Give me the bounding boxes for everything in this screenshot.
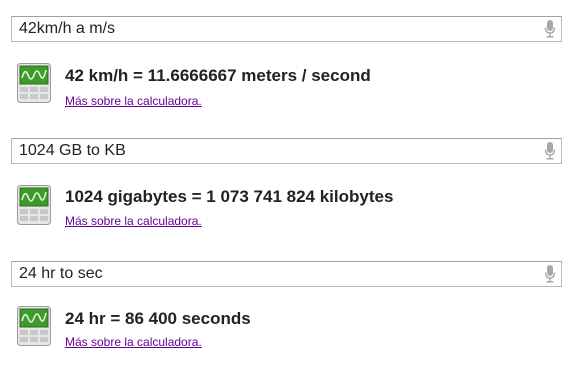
search-query-text: 24 hr to sec bbox=[19, 265, 103, 282]
microphone-icon[interactable] bbox=[544, 142, 556, 160]
search-query-text: 42km/h a m/s bbox=[19, 20, 116, 37]
calculator-icon bbox=[17, 185, 51, 225]
search-query-text: 1024 GB to KB bbox=[19, 142, 126, 159]
calculator-result-block: 42km/h a m/s 42 km/h = 11.6666667 meters… bbox=[0, 0, 575, 122]
calculator-icon bbox=[17, 306, 51, 346]
calculator-more-link[interactable]: Más sobre la calculadora. bbox=[65, 335, 202, 349]
calculator-result-block: 1024 GB to KB 1024 gigabytes = 1 073 741… bbox=[0, 122, 575, 244]
calculator-icon bbox=[17, 63, 51, 103]
calculator-answer: 1024 gigabytes = 1 073 741 824 kilobytes bbox=[65, 187, 394, 206]
calculator-more-link[interactable]: Más sobre la calculadora. bbox=[65, 94, 202, 108]
search-input[interactable]: 1024 GB to KB bbox=[11, 138, 562, 164]
calculator-more-link[interactable]: Más sobre la calculadora. bbox=[65, 214, 202, 228]
search-input[interactable]: 24 hr to sec bbox=[11, 261, 562, 287]
microphone-icon[interactable] bbox=[544, 265, 556, 283]
calculator-answer: 24 hr = 86 400 seconds bbox=[65, 309, 251, 328]
microphone-icon[interactable] bbox=[544, 20, 556, 38]
calculator-answer: 42 km/h = 11.6666667 meters / second bbox=[65, 66, 371, 85]
search-input[interactable]: 42km/h a m/s bbox=[11, 16, 562, 42]
calculator-result-block: 24 hr to sec 24 hr = 86 400 seconds Más … bbox=[0, 244, 575, 368]
